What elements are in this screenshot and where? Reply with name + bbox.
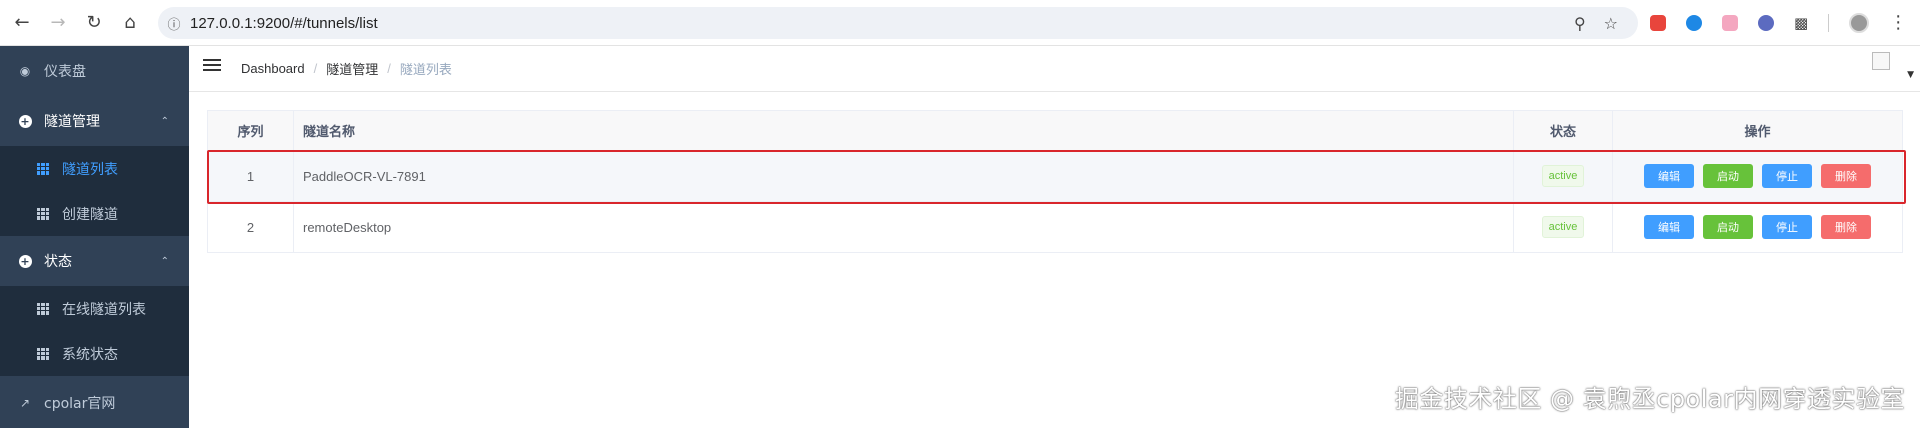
start-button[interactable]: 启动 <box>1703 215 1753 239</box>
breadcrumb-section[interactable]: 隧道管理 <box>326 59 378 78</box>
sidebar-item-dashboard[interactable]: ◉ 仪表盘 <box>0 46 189 96</box>
row-index: 1 <box>208 151 294 201</box>
top-navbar: Dashboard / 隧道管理 / 隧道列表 ▼ <box>189 46 1920 92</box>
column-header-name: 隧道名称 <box>294 111 1514 150</box>
back-icon[interactable]: ← <box>4 5 40 41</box>
watermark-text: 掘金技术社区 @ 袁煦丞cpolar内网穿透实验室 <box>1394 385 1905 413</box>
extension-icon-2[interactable] <box>1686 15 1702 31</box>
stop-button[interactable]: 停止 <box>1762 164 1812 188</box>
more-menu-icon[interactable]: ⋮ <box>1889 14 1907 32</box>
sidebar-item-label: 仪表盘 <box>44 64 86 80</box>
breadcrumb: Dashboard / 隧道管理 / 隧道列表 <box>241 59 452 78</box>
sidebar-item-label: 隧道列表 <box>62 161 118 178</box>
table-header-row: 序列 隧道名称 状态 操作 <box>208 111 1902 151</box>
extension-icon-1[interactable] <box>1650 15 1666 31</box>
row-tunnel-name: remoteDesktop <box>294 202 1514 252</box>
table-row: 1 PaddleOCR-VL-7891 active 编辑 启动 停止 删除 <box>208 151 1902 202</box>
sidebar-group-label: 隧道管理 <box>44 114 100 130</box>
sidebar-item-create-tunnel[interactable]: 创建隧道 <box>0 191 189 236</box>
edit-button[interactable]: 编辑 <box>1644 164 1694 188</box>
plus-circle-icon: + <box>18 254 32 268</box>
site-info-icon[interactable]: ⓘ <box>158 14 190 33</box>
sidebar-item-online-tunnels[interactable]: 在线隧道列表 <box>0 286 189 331</box>
tunnel-table: 序列 隧道名称 状态 操作 1 PaddleOCR-VL-7891 active… <box>207 110 1903 253</box>
sidebar-item-tunnel-list[interactable]: 隧道列表 <box>0 146 189 191</box>
puzzle-icon[interactable]: ▩ <box>1794 14 1808 32</box>
sidebar-group-label: 状态 <box>44 254 72 270</box>
start-button[interactable]: 启动 <box>1703 164 1753 188</box>
table-row: 2 remoteDesktop active 编辑 启动 停止 删除 <box>208 202 1902 253</box>
sidebar-group-tunnels[interactable]: + 隧道管理 ⌃ <box>0 96 189 146</box>
sidebar-item-label: 系统状态 <box>62 346 118 363</box>
grid-icon <box>36 207 50 221</box>
breadcrumb-home[interactable]: Dashboard <box>241 61 305 76</box>
home-icon[interactable]: ⌂ <box>112 5 148 41</box>
plus-circle-icon: + <box>18 114 32 128</box>
hamburger-menu-icon[interactable] <box>203 59 221 75</box>
sidebar-item-system-status[interactable]: 系统状态 <box>0 331 189 376</box>
extension-icon-3[interactable] <box>1722 15 1738 31</box>
caret-down-icon[interactable]: ▼ <box>1907 70 1914 80</box>
zoom-icon[interactable]: ⚲ <box>1574 14 1586 33</box>
chevron-up-icon: ⌃ <box>160 115 169 127</box>
row-actions: 编辑 启动 停止 删除 <box>1613 202 1902 252</box>
sidebar-item-label: 创建隧道 <box>62 206 118 223</box>
breadcrumb-separator: / <box>387 61 391 76</box>
toolbar-divider <box>1828 14 1830 32</box>
user-avatar[interactable] <box>1872 52 1890 70</box>
sidebar-group-status[interactable]: + 状态 ⌃ <box>0 236 189 286</box>
address-bar[interactable]: ⓘ 127.0.0.1:9200/#/tunnels/list ⚲ ☆ <box>158 7 1638 39</box>
edit-button[interactable]: 编辑 <box>1644 215 1694 239</box>
bookmark-star-icon[interactable]: ☆ <box>1604 14 1618 33</box>
column-header-actions: 操作 <box>1744 124 1771 139</box>
row-tunnel-name: PaddleOCR-VL-7891 <box>294 151 1514 201</box>
column-header-status: 状态 <box>1514 111 1613 150</box>
extension-icon-4[interactable] <box>1758 15 1774 31</box>
delete-button[interactable]: 删除 <box>1821 215 1871 239</box>
breadcrumb-separator: / <box>313 61 318 76</box>
sidebar-item-official-site[interactable]: ↗ cpolar官网 <box>0 378 189 428</box>
browser-toolbar: ← → ↻ ⌂ ⓘ 127.0.0.1:9200/#/tunnels/list … <box>0 0 1920 46</box>
grid-icon <box>36 162 50 176</box>
column-header-index: 序列 <box>208 111 294 150</box>
profile-avatar[interactable] <box>1849 13 1870 33</box>
breadcrumb-current: 隧道列表 <box>399 62 452 77</box>
chevron-up-icon: ⌃ <box>160 255 169 267</box>
extensions-bar: ▩ ⋮ <box>1650 7 1907 39</box>
status-badge: active <box>1541 165 1585 187</box>
row-index: 2 <box>208 202 294 252</box>
grid-icon <box>36 347 50 361</box>
grid-icon <box>36 302 50 316</box>
dashboard-icon: ◉ <box>19 64 31 78</box>
url-text[interactable]: 127.0.0.1:9200/#/tunnels/list <box>190 15 378 32</box>
sidebar: ◉ 仪表盘 + 隧道管理 ⌃ 隧道列表 创建隧道 + 状态 ⌃ 在线隧道列表 系… <box>0 46 189 428</box>
forward-icon[interactable]: → <box>40 5 76 41</box>
row-actions: 编辑 启动 停止 删除 <box>1613 151 1902 201</box>
stop-button[interactable]: 停止 <box>1762 215 1812 239</box>
status-badge: active <box>1541 216 1585 238</box>
sidebar-item-label: cpolar官网 <box>44 396 116 412</box>
sidebar-item-label: 在线隧道列表 <box>62 301 146 318</box>
delete-button[interactable]: 删除 <box>1821 164 1871 188</box>
reload-icon[interactable]: ↻ <box>76 5 112 41</box>
row-status-cell: active <box>1514 202 1613 252</box>
external-link-icon: ↗ <box>19 396 31 410</box>
row-status-cell: active <box>1514 151 1613 201</box>
